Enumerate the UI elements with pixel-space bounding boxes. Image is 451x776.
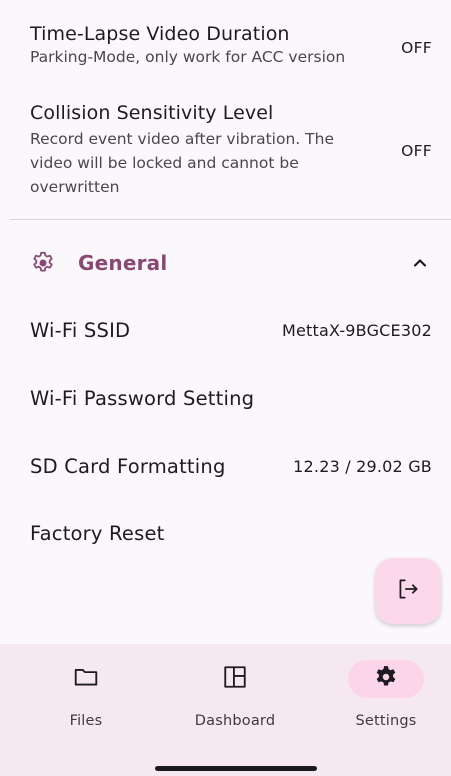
nav-icon-container — [48, 660, 124, 698]
nav-item-files[interactable]: Files — [26, 660, 146, 729]
section-divider — [10, 219, 451, 220]
section-title: General — [78, 251, 168, 275]
bottom-navigation: Files Dashboard Settings — [0, 644, 451, 776]
home-indicator[interactable] — [155, 766, 317, 771]
dashboard-icon — [222, 664, 248, 694]
wifi-ssid-row[interactable]: Wi-Fi SSID MettaX-9BGCE302 — [0, 310, 451, 350]
folder-icon — [73, 664, 99, 694]
logout-button[interactable] — [375, 558, 441, 624]
factory-reset-row[interactable]: Factory Reset — [0, 513, 451, 553]
setting-time-lapse-duration[interactable]: Time-Lapse Video Duration Parking-Mode, … — [0, 18, 451, 72]
row-label: Wi-Fi Password Setting — [30, 386, 255, 410]
setting-description: Record event video after vibration. The … — [30, 129, 334, 196]
setting-value: OFF — [401, 39, 432, 57]
nav-label: Settings — [355, 713, 417, 729]
row-value: MettaX-9BGCE302 — [281, 320, 432, 340]
wifi-password-row[interactable]: Wi-Fi Password Setting — [0, 378, 451, 418]
setting-text: Collision Sensitivity Level Record event… — [30, 102, 360, 199]
setting-text: Time-Lapse Video Duration Parking-Mode, … — [30, 23, 345, 68]
setting-title: Time-Lapse Video Duration — [30, 22, 290, 45]
nav-icon-container — [197, 660, 273, 698]
row-value: 12.23 / 29.02 GB — [293, 456, 432, 476]
gear-outline-icon — [30, 250, 56, 276]
chevron-up-icon[interactable] — [412, 255, 428, 271]
setting-title: Collision Sensitivity Level — [30, 101, 274, 124]
row-label: Wi-Fi SSID — [30, 318, 131, 342]
logout-icon — [395, 576, 421, 606]
general-section-header[interactable]: General — [0, 240, 451, 286]
nav-item-settings[interactable]: Settings — [326, 660, 446, 729]
setting-collision-sensitivity[interactable]: Collision Sensitivity Level Record event… — [0, 100, 451, 200]
nav-icon-container-active — [348, 660, 424, 698]
setting-value: OFF — [401, 142, 432, 160]
setting-description: Parking-Mode, only work for ACC version — [30, 47, 346, 66]
row-label: Factory Reset — [30, 521, 165, 545]
nav-label: Files — [69, 713, 103, 729]
sd-card-formatting-row[interactable]: SD Card Formatting 12.23 / 29.02 GB — [0, 446, 451, 486]
gear-icon — [373, 664, 399, 694]
nav-label: Dashboard — [194, 713, 276, 729]
row-label: SD Card Formatting — [30, 454, 226, 478]
nav-item-dashboard[interactable]: Dashboard — [175, 660, 295, 729]
